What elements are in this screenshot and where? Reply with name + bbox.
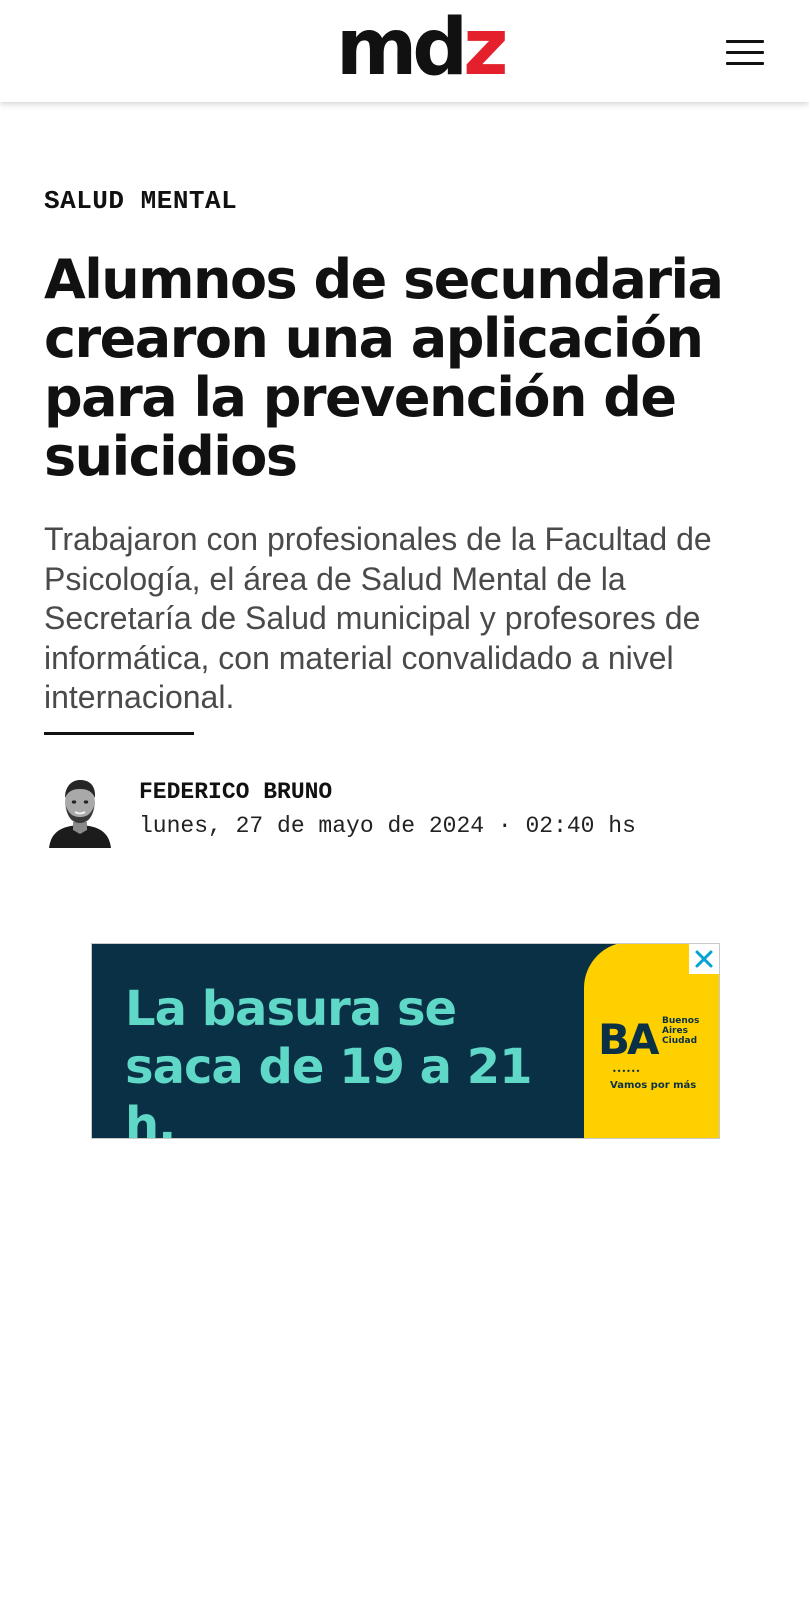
author-photo-icon <box>49 780 111 848</box>
menu-line <box>726 62 764 65</box>
divider-rule <box>44 732 194 735</box>
author-avatar[interactable] <box>47 776 113 848</box>
logo-text-z: z <box>463 3 508 93</box>
svg-text:Vamos por más: Vamos por más <box>610 1079 696 1091</box>
svg-text:Aires: Aires <box>662 1026 688 1036</box>
section-label[interactable]: SALUD MENTAL <box>44 186 237 216</box>
svg-text:BA: BA <box>598 1015 660 1064</box>
close-x-icon <box>695 950 713 968</box>
logo-text-md: md <box>336 3 468 93</box>
author-name[interactable]: FEDERICO BRUNO <box>139 779 332 805</box>
publish-date: lunes, 27 de mayo de 2024 · 02:40 hs <box>139 813 636 839</box>
article-title: Alumnos de secundaria crearon una aplica… <box>44 248 724 488</box>
article-subtitle: Trabajaron con profesionales de la Facul… <box>44 521 712 715</box>
svg-text:Ciudad: Ciudad <box>662 1036 697 1046</box>
mdz-logo[interactable]: mdz <box>336 8 509 88</box>
svg-text:Buenos: Buenos <box>662 1016 699 1026</box>
ad-close-button[interactable] <box>689 944 719 974</box>
advertisement-banner[interactable]: La basura se saca de 19 a 21 h. BA Bueno… <box>91 943 720 1139</box>
ad-headline: La basura se saca de 19 a 21 h. <box>125 981 533 1139</box>
menu-line <box>726 40 764 43</box>
svg-text:••••••: •••••• <box>612 1067 640 1076</box>
top-navigation-bar: mdz <box>0 0 809 102</box>
hamburger-menu-icon[interactable] <box>720 32 770 72</box>
menu-line <box>726 51 764 54</box>
